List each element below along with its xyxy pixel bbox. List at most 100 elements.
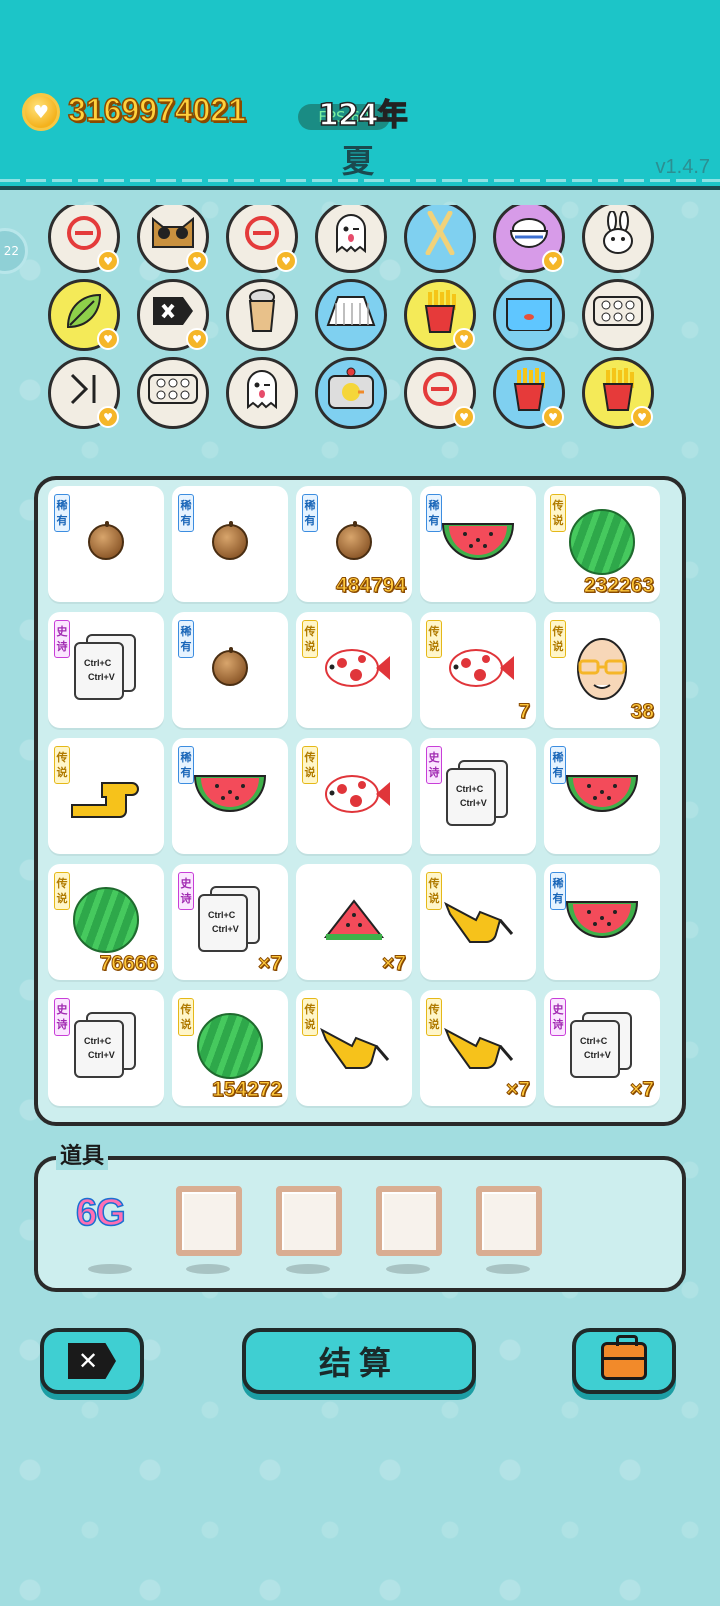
grid-cell[interactable]: 传说 38 <box>544 612 660 728</box>
grid-cell[interactable]: 稀有 <box>172 486 288 602</box>
heart-badge-icon: ♥ <box>542 406 564 428</box>
card-text-copy: Ctrl+C <box>84 658 112 668</box>
rabbit-collection-item[interactable] <box>582 205 654 273</box>
tool-slot-3[interactable] <box>376 1186 442 1256</box>
nut-icon <box>172 504 288 580</box>
skirt-icon <box>326 293 376 338</box>
tool-slot-2[interactable] <box>276 1186 342 1256</box>
skirt-collection-item[interactable] <box>315 279 387 351</box>
grid-cell[interactable]: 史诗 Ctrl+C Ctrl+V ×7 <box>544 990 660 1106</box>
fries-collection-item[interactable]: ♥ <box>404 279 476 351</box>
nut-icon <box>48 504 164 580</box>
nut-icon <box>296 504 412 580</box>
grid-cell[interactable]: 稀有 484794 <box>296 486 412 602</box>
card-text-paste: Ctrl+V <box>88 1050 115 1060</box>
grid-cell[interactable]: 稀有 <box>544 738 660 854</box>
card-text-paste: Ctrl+V <box>88 672 115 682</box>
duck-pot-icon <box>323 366 379 421</box>
grid-cell[interactable]: 传说 ×7 <box>420 990 536 1106</box>
grid-cell[interactable]: 史诗 Ctrl+C Ctrl+V <box>48 990 164 1106</box>
side-drawer-tab[interactable]: 22 <box>0 228 28 274</box>
grid-cell[interactable]: 稀有 <box>420 486 536 602</box>
egg-tray-collection-item[interactable] <box>137 357 209 429</box>
ghost-collection-item[interactable] <box>315 205 387 273</box>
grid-cell[interactable]: 传说 232263 <box>544 486 660 602</box>
melon-icon <box>544 882 660 958</box>
copy-paste-card-icon: Ctrl+C Ctrl+V <box>48 630 164 706</box>
fries-collection-item[interactable]: ♥ <box>582 357 654 429</box>
heart-badge-icon: ♥ <box>453 328 475 350</box>
grid-cell[interactable]: ×7 <box>296 864 412 980</box>
minus-collection-item[interactable]: ♥ <box>404 357 476 429</box>
grid-cell[interactable]: 传说 <box>420 864 536 980</box>
grid-cell[interactable]: 传说 154272 <box>172 990 288 1106</box>
tool-shadow <box>88 1264 132 1274</box>
watermelon-icon <box>172 1008 288 1084</box>
skip-collection-item[interactable]: ♥ <box>48 357 120 429</box>
rice-bowl-collection-item[interactable]: ♥ <box>493 205 565 273</box>
discard-button[interactable]: ✕ <box>40 1328 144 1394</box>
card-text-copy: Ctrl+C <box>580 1036 608 1046</box>
egg-tray-icon <box>147 371 199 416</box>
grid-cell[interactable]: 稀有 <box>544 864 660 980</box>
side-tab-label: 22 <box>3 244 19 258</box>
minus-collection-item[interactable]: ♥ <box>48 205 120 273</box>
hand-point-icon <box>420 1008 536 1084</box>
heart-badge-icon: ♥ <box>186 328 208 350</box>
grid-cell[interactable]: 传说 <box>48 738 164 854</box>
grid-cell[interactable]: 传说 <box>296 738 412 854</box>
duck-pot-collection-item[interactable] <box>315 357 387 429</box>
item-grid-panel: 稀有稀有稀有 484794 稀有传说 232263 史诗 Ctrl+C Ctrl+V 稀有传说… <box>34 476 686 1126</box>
grid-cell[interactable]: 传说 <box>296 612 412 728</box>
tools-panel: 6G <box>34 1156 686 1292</box>
fish-tank-icon <box>503 291 555 340</box>
bubble-tea-collection-item[interactable] <box>226 279 298 351</box>
coin-heart-icon: ♥ <box>22 93 60 131</box>
cat-sunglasses-collection-item[interactable]: ♥ <box>137 205 209 273</box>
chopsticks-collection-item[interactable] <box>404 205 476 273</box>
minus-collection-item[interactable]: ♥ <box>226 205 298 273</box>
tool-6g[interactable]: 6G <box>75 1191 126 1235</box>
cell-value: 154272 <box>211 1078 282 1102</box>
grid-cell[interactable]: 稀有 <box>172 738 288 854</box>
grid-cell[interactable]: 传说 76666 <box>48 864 164 980</box>
grid-cell[interactable]: 传说 <box>296 990 412 1106</box>
fries-collection-item[interactable]: ♥ <box>493 357 565 429</box>
cell-value: 7 <box>518 700 531 724</box>
tool-shadow <box>386 1264 430 1274</box>
settle-button[interactable]: 结算 <box>242 1328 476 1394</box>
heart-badge-icon: ♥ <box>97 250 119 272</box>
card-text-paste: Ctrl+V <box>212 924 239 934</box>
grid-cell[interactable]: 史诗 Ctrl+C Ctrl+V ×7 <box>172 864 288 980</box>
fish-tank-collection-item[interactable] <box>493 279 565 351</box>
fish-icon <box>420 630 536 706</box>
melon-icon <box>172 756 288 832</box>
card-text-paste: Ctrl+V <box>584 1050 611 1060</box>
leaf-collection-item[interactable]: ♥ <box>48 279 120 351</box>
ghost-collection-item[interactable] <box>226 357 298 429</box>
watermelon-icon <box>48 882 164 958</box>
card-text-copy: Ctrl+C <box>208 910 236 920</box>
tool-slot-1[interactable] <box>176 1186 242 1256</box>
tool-slot-4[interactable] <box>476 1186 542 1256</box>
coin-amount: 3169974021 <box>67 91 246 129</box>
card-text-copy: Ctrl+C <box>456 784 484 794</box>
grid-cell[interactable]: 稀有 <box>48 486 164 602</box>
melon-slice-icon <box>296 882 412 958</box>
heart-badge-icon: ♥ <box>186 250 208 272</box>
egg-tray-collection-item[interactable] <box>582 279 654 351</box>
ghost-icon <box>242 367 282 420</box>
backpack-button[interactable] <box>572 1328 676 1394</box>
grid-cell[interactable]: 传说7 <box>420 612 536 728</box>
close-tag-icon: ✕ <box>68 1343 116 1379</box>
heart-badge-icon: ♥ <box>275 250 297 272</box>
grid-cell[interactable]: 史诗 Ctrl+C Ctrl+V <box>48 612 164 728</box>
close-tag-collection-item[interactable]: ♥ <box>137 279 209 351</box>
rabbit-icon <box>598 209 638 264</box>
cell-value: ×7 <box>630 1078 655 1102</box>
grid-cell[interactable]: 史诗 Ctrl+C Ctrl+V <box>420 738 536 854</box>
season-label: 夏 <box>342 142 375 180</box>
card-text-copy: Ctrl+C <box>84 1036 112 1046</box>
grid-cell[interactable]: 稀有 <box>172 612 288 728</box>
collection-scroll[interactable]: ♥ ♥ ♥ ♥ ♥ ♥ ♥ ♥ ♥ ♥ ♥ <box>40 205 680 455</box>
